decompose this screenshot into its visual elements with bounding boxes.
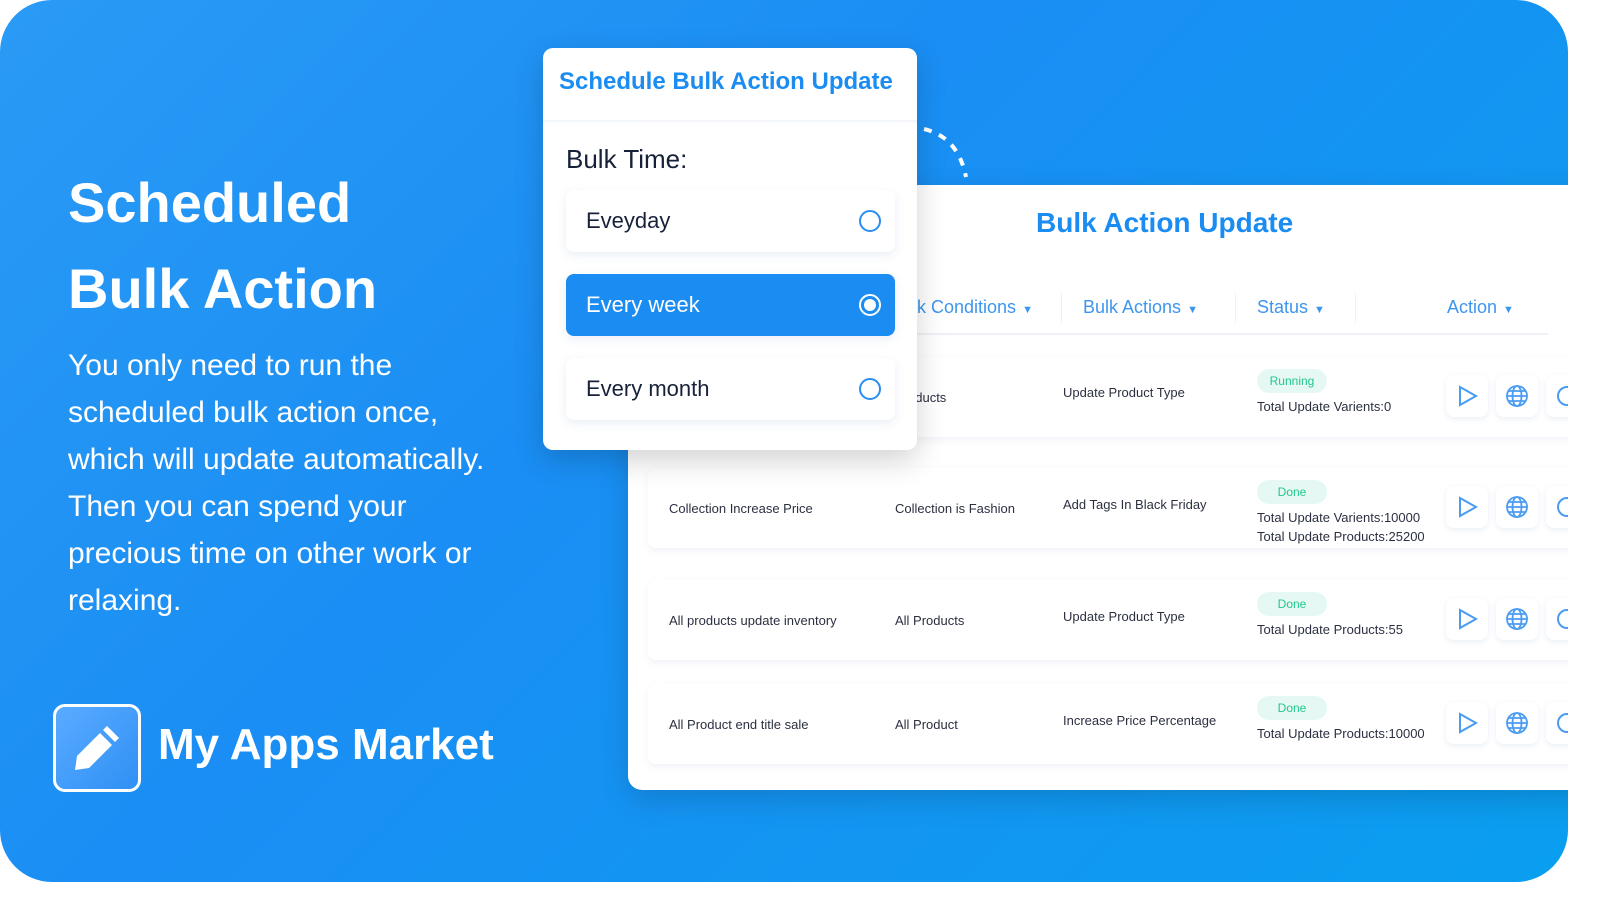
view-store-button[interactable]: [1496, 375, 1538, 417]
row-action: Update Product Type: [1063, 385, 1185, 400]
table-row: All Product end title sale All Product I…: [648, 684, 1568, 764]
globe-icon: [1506, 712, 1528, 734]
header-action[interactable]: Action ▼: [1447, 297, 1514, 318]
card-title: Bulk Action Update: [1036, 207, 1294, 238]
run-button[interactable]: [1446, 375, 1488, 417]
run-button[interactable]: [1446, 486, 1488, 528]
row-action: Add Tags In Black Friday: [1063, 497, 1207, 512]
radio-button[interactable]: [859, 378, 881, 400]
row-condition: All Product: [895, 717, 958, 732]
schedule-option[interactable]: Every month: [566, 358, 895, 420]
row-name: Collection Increase Price: [669, 501, 813, 516]
caret-down-icon: ▼: [1022, 304, 1033, 316]
schedule-modal: Schedule Bulk Action Update Bulk Time: E…: [543, 48, 917, 450]
row-name: All Product end title sale: [669, 717, 809, 732]
row-status-detail: Total Update Products:25200: [1257, 529, 1425, 544]
row-condition: Collection is Fashion: [895, 501, 1015, 516]
status-badge: Done: [1257, 696, 1327, 720]
table-row: Collection Increase Price Collection is …: [648, 468, 1568, 548]
status-badge: Running: [1257, 369, 1327, 393]
schedule-option[interactable]: Every week: [566, 274, 895, 336]
row-status-detail: Total Update Products:10000: [1257, 726, 1425, 741]
caret-down-icon: ▼: [1503, 304, 1514, 316]
row-name: All products update inventory: [669, 613, 837, 628]
option-label: Eveyday: [586, 208, 671, 233]
option-label: Every month: [586, 376, 710, 401]
play-icon: [1459, 608, 1479, 630]
refresh-button[interactable]: [1546, 486, 1568, 528]
refresh-icon: [1557, 386, 1568, 406]
schedule-option[interactable]: Eveyday: [566, 190, 895, 252]
refresh-icon: [1557, 497, 1568, 517]
refresh-icon: [1557, 609, 1568, 629]
header-bulk-actions[interactable]: Bulk Actions ▼: [1083, 297, 1198, 318]
refresh-icon: [1557, 713, 1568, 733]
row-status-detail: Total Update Products:55: [1257, 622, 1403, 637]
globe-icon: [1506, 385, 1528, 407]
hero-title-line2: Bulk Action: [68, 257, 378, 320]
status-badge: Done: [1257, 480, 1327, 504]
dashed-arrow-decoration: [923, 127, 968, 178]
banner-background: Scheduled Bulk Action You only need to r…: [0, 0, 1568, 882]
bulk-time-label: Bulk Time:: [566, 144, 688, 174]
radio-button[interactable]: [859, 294, 881, 316]
table-row: All products update inventory All Produc…: [648, 580, 1568, 660]
header-conditions[interactable]: lk Conditions ▼: [913, 297, 1033, 318]
option-label: Every week: [586, 292, 700, 317]
modal-title: Schedule Bulk Action Update: [559, 68, 893, 95]
row-status-detail: Total Update Varients:10000: [1257, 510, 1421, 525]
refresh-button[interactable]: [1546, 375, 1568, 417]
caret-down-icon: ▼: [1187, 304, 1198, 316]
hero-title-line1: Scheduled: [68, 171, 352, 234]
caret-down-icon: ▼: [1314, 304, 1325, 316]
row-condition: All Products: [895, 613, 965, 628]
row-action: Update Product Type: [1063, 609, 1185, 624]
globe-icon: [1506, 608, 1528, 630]
run-button[interactable]: [1446, 702, 1488, 744]
refresh-button[interactable]: [1546, 702, 1568, 744]
refresh-button[interactable]: [1546, 598, 1568, 640]
header-status[interactable]: Status ▼: [1257, 297, 1325, 318]
run-button[interactable]: [1446, 598, 1488, 640]
play-icon: [1459, 712, 1479, 734]
play-icon: [1459, 496, 1479, 518]
play-icon: [1459, 385, 1479, 407]
brand-name: My Apps Market: [158, 720, 494, 769]
radio-button[interactable]: [859, 210, 881, 232]
status-badge: Done: [1257, 592, 1327, 616]
globe-icon: [1506, 496, 1528, 518]
view-store-button[interactable]: [1496, 702, 1538, 744]
row-status-detail: Total Update Varients:0: [1257, 399, 1392, 414]
hero-description: You only need to run the scheduled bulk …: [68, 349, 485, 617]
view-store-button[interactable]: [1496, 598, 1538, 640]
row-action: Increase Price Percentage: [1063, 713, 1217, 728]
view-store-button[interactable]: [1496, 486, 1538, 528]
pencil-icon: [53, 704, 141, 792]
